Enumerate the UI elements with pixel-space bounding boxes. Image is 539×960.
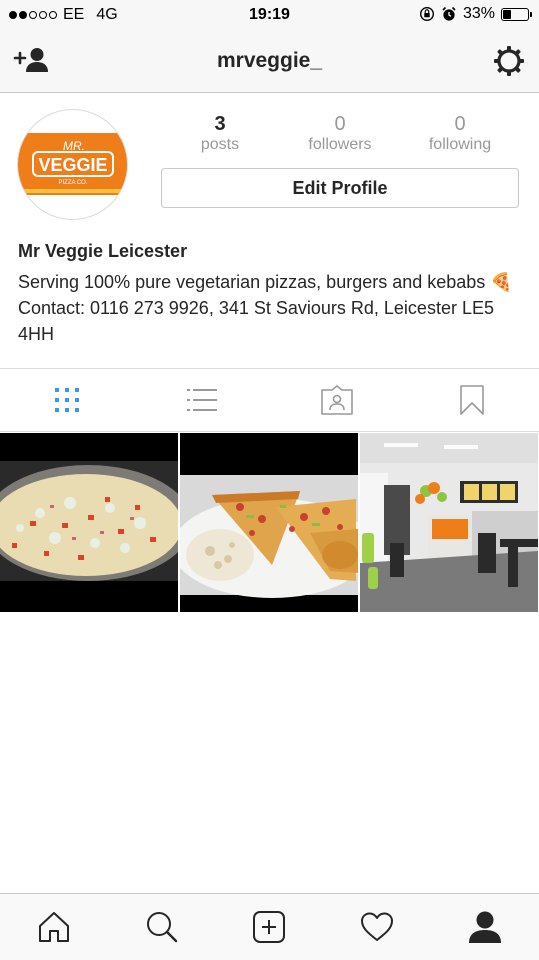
pizza-pan-photo xyxy=(0,433,178,612)
stat-label: posts xyxy=(200,136,240,153)
stat-label: followers xyxy=(308,136,372,153)
gear-icon xyxy=(494,46,524,76)
alarm-icon xyxy=(442,6,456,21)
list-icon xyxy=(187,389,218,411)
header-username: mrveggie_ xyxy=(216,49,323,72)
edit-profile-button[interactable]: Edit Profile xyxy=(161,168,519,208)
followers-count[interactable]: 0 followers xyxy=(285,112,395,154)
nav-activity[interactable] xyxy=(323,894,431,960)
svg-text:PIZZA CO.: PIZZA CO. xyxy=(58,180,87,186)
svg-text:MR.: MR. xyxy=(63,139,85,153)
status-bar: EE 4G 19:19 33% xyxy=(0,0,539,30)
options-button[interactable] xyxy=(492,44,526,78)
post-thumbnail[interactable] xyxy=(180,433,358,612)
post-thumbnail[interactable] xyxy=(0,433,178,612)
home-icon xyxy=(38,912,69,942)
profile-header: mrveggie_ xyxy=(0,30,539,93)
add-post-icon xyxy=(253,911,286,943)
status-bar-right: 33% xyxy=(419,5,532,23)
tab-list-view[interactable] xyxy=(135,369,270,431)
profile-display-name: Mr Veggie Leicester xyxy=(18,241,188,261)
posts-count[interactable]: 3 posts xyxy=(165,112,275,154)
profile-view-tabs xyxy=(0,368,539,432)
rotation-lock-icon xyxy=(419,6,434,22)
pizza-slices-photo xyxy=(180,433,358,612)
heart-icon xyxy=(361,912,394,941)
tab-saved-posts[interactable] xyxy=(404,369,539,431)
stat-value: 0 xyxy=(454,113,466,135)
profile-bio: Serving 100% pure vegetarian pizzas, bur… xyxy=(18,272,513,344)
svg-text:VEGGIE: VEGGIE xyxy=(38,155,107,175)
tab-tagged-photos[interactable] xyxy=(270,369,405,431)
stat-label: following xyxy=(428,136,492,153)
profile-icon xyxy=(469,911,502,943)
search-icon xyxy=(146,912,177,943)
mr-veggie-logo: MR. VEGGIE PIZZA CO. xyxy=(18,133,127,195)
stat-value: 0 xyxy=(334,113,346,135)
profile-avatar[interactable]: MR. VEGGIE PIZZA CO. xyxy=(17,109,128,220)
nav-search[interactable] xyxy=(108,894,216,960)
nav-home[interactable] xyxy=(0,894,108,960)
stat-value: 3 xyxy=(214,113,226,135)
tagged-icon xyxy=(321,385,353,415)
post-grid xyxy=(0,433,539,612)
post-thumbnail[interactable] xyxy=(360,433,538,612)
bookmark-icon xyxy=(459,385,484,415)
bottom-navigation xyxy=(0,893,539,960)
battery-percent: 33% xyxy=(462,5,495,22)
restaurant-interior-photo xyxy=(360,433,538,612)
nav-profile[interactable] xyxy=(431,894,539,960)
battery-icon xyxy=(501,7,532,21)
tab-grid-view[interactable] xyxy=(0,369,135,431)
nav-new-post[interactable] xyxy=(216,894,324,960)
following-count[interactable]: 0 following xyxy=(405,112,515,154)
grid-icon xyxy=(55,388,80,412)
